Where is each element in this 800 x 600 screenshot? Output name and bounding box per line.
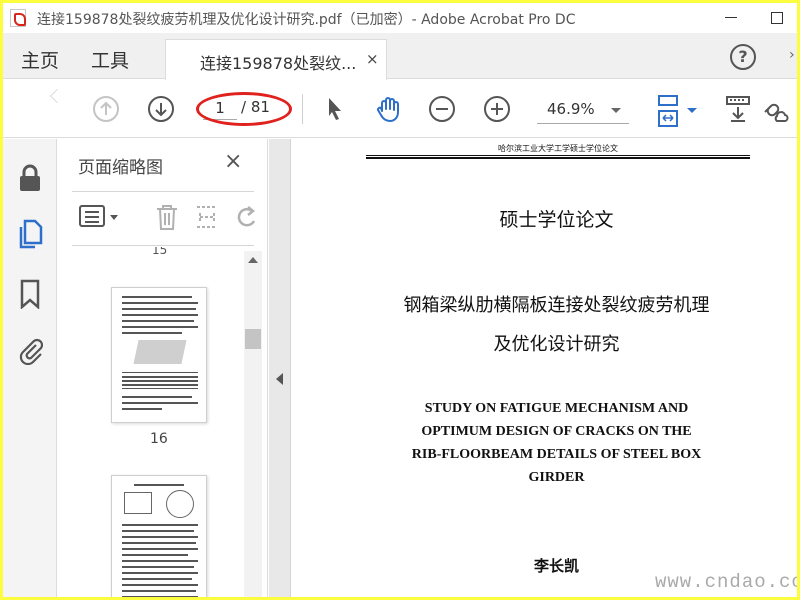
tab-home[interactable]: 主页 <box>21 46 59 73</box>
select-cursor-icon[interactable] <box>319 94 349 124</box>
watermark: www.cndao.com <box>655 571 797 593</box>
scroll-up-icon[interactable] <box>248 257 258 263</box>
link-cloud-icon[interactable] <box>759 94 789 124</box>
hand-tool-icon[interactable] <box>373 94 403 124</box>
window-title: 连接159878处裂纹疲劳机理及优化设计研究.pdf（已加密）- Adobe A… <box>37 12 576 28</box>
extract-pages-icon[interactable] <box>194 203 220 231</box>
main-toolbar: / 81 46.9% <box>3 80 797 138</box>
bookmark-icon[interactable] <box>17 279 43 310</box>
thumbnail-page-17[interactable] <box>111 475 207 597</box>
thumbnail-label: 15 <box>152 247 168 257</box>
rotate-icon[interactable] <box>234 203 260 231</box>
thumbnail-page-16[interactable] <box>111 287 207 423</box>
tab-tools[interactable]: 工具 <box>91 46 129 73</box>
header-rule <box>366 155 750 156</box>
minimize-button[interactable] <box>721 7 741 27</box>
doc-running-header: 哈尔滨工业大学工学硕士学位论文 <box>498 144 618 153</box>
document-view: 哈尔滨工业大学工学硕士学位论文 硕士学位论文 钢箱梁纵肋横隔板连接处裂纹疲劳机理… <box>292 139 797 597</box>
acrobat-icon <box>10 9 26 27</box>
panel-toolbar <box>58 195 268 239</box>
header-rule <box>366 157 750 159</box>
pages-icon[interactable] <box>17 219 43 249</box>
tab-document[interactable]: 连接159878处裂纹... × <box>165 39 387 80</box>
doc-title-en: STUDY ON FATIGUE MECHANISM AND <box>424 401 689 416</box>
help-icon[interactable]: ? <box>730 44 756 70</box>
maximize-button[interactable] <box>766 7 786 27</box>
title-bar: 连接159878处裂纹疲劳机理及优化设计研究.pdf（已加密）- Adobe A… <box>3 3 797 33</box>
close-panel-icon[interactable]: × <box>224 149 242 174</box>
chevron-down-icon[interactable] <box>687 108 697 113</box>
chevron-down-icon <box>611 108 621 113</box>
zoom-out-icon[interactable] <box>429 96 455 122</box>
zoom-in-icon[interactable] <box>484 96 510 122</box>
doc-title-en: RIB-FLOORBEAM DETAILS OF STEEL BOX <box>411 447 702 462</box>
tab-bar-overflow: › <box>789 47 795 63</box>
panel-title: 页面缩略图 <box>78 158 163 178</box>
collapse-left-icon[interactable] <box>276 373 283 385</box>
doc-title-cn: 及优化设计研究 <box>493 334 620 355</box>
panel-divider <box>72 191 254 192</box>
lock-icon[interactable] <box>17 163 43 193</box>
trash-icon[interactable] <box>154 203 180 231</box>
doc-title-en: GIRDER <box>528 470 585 485</box>
chevron-down-icon[interactable] <box>110 215 118 220</box>
thumbnail-label: 16 <box>150 431 168 447</box>
doc-title-cn: 钢箱梁纵肋横隔板连接处裂纹疲劳机理 <box>403 295 710 316</box>
page-thumbnails-panel: 页面缩略图 × 15 16 <box>58 139 268 597</box>
zoom-select[interactable]: 46.9% <box>537 96 629 124</box>
thumbnail-list: 15 16 <box>58 247 268 597</box>
panel-divider <box>72 245 254 246</box>
previous-page-icon[interactable] <box>93 96 119 122</box>
navigation-rail <box>3 139 57 597</box>
zoom-value: 46.9% <box>547 100 595 118</box>
next-page-icon[interactable] <box>148 96 174 122</box>
scroll-thumb[interactable] <box>245 329 261 349</box>
doc-degree: 硕士学位论文 <box>499 209 614 231</box>
paperclip-icon[interactable] <box>17 335 44 366</box>
doc-title-en: OPTIMUM DESIGN OF CRACKS ON THE <box>421 424 692 439</box>
thumbnail-scrollbar[interactable] <box>244 251 262 597</box>
panel-collapse-strip[interactable] <box>269 139 291 597</box>
page-fit-icon[interactable] <box>654 94 684 127</box>
options-icon[interactable] <box>79 205 105 227</box>
highlight-ellipse <box>196 92 292 126</box>
toolbar-divider <box>302 94 303 124</box>
acrobat-window: 连接159878处裂纹疲劳机理及优化设计研究.pdf（已加密）- Adobe A… <box>3 3 797 597</box>
document-tab-label: 连接159878处裂纹... <box>200 54 357 73</box>
scroll-mode-icon[interactable] <box>723 94 753 124</box>
tab-bar: 主页 工具 连接159878处裂纹... × ? › <box>3 33 797 80</box>
close-tab-icon[interactable]: × <box>366 50 379 68</box>
